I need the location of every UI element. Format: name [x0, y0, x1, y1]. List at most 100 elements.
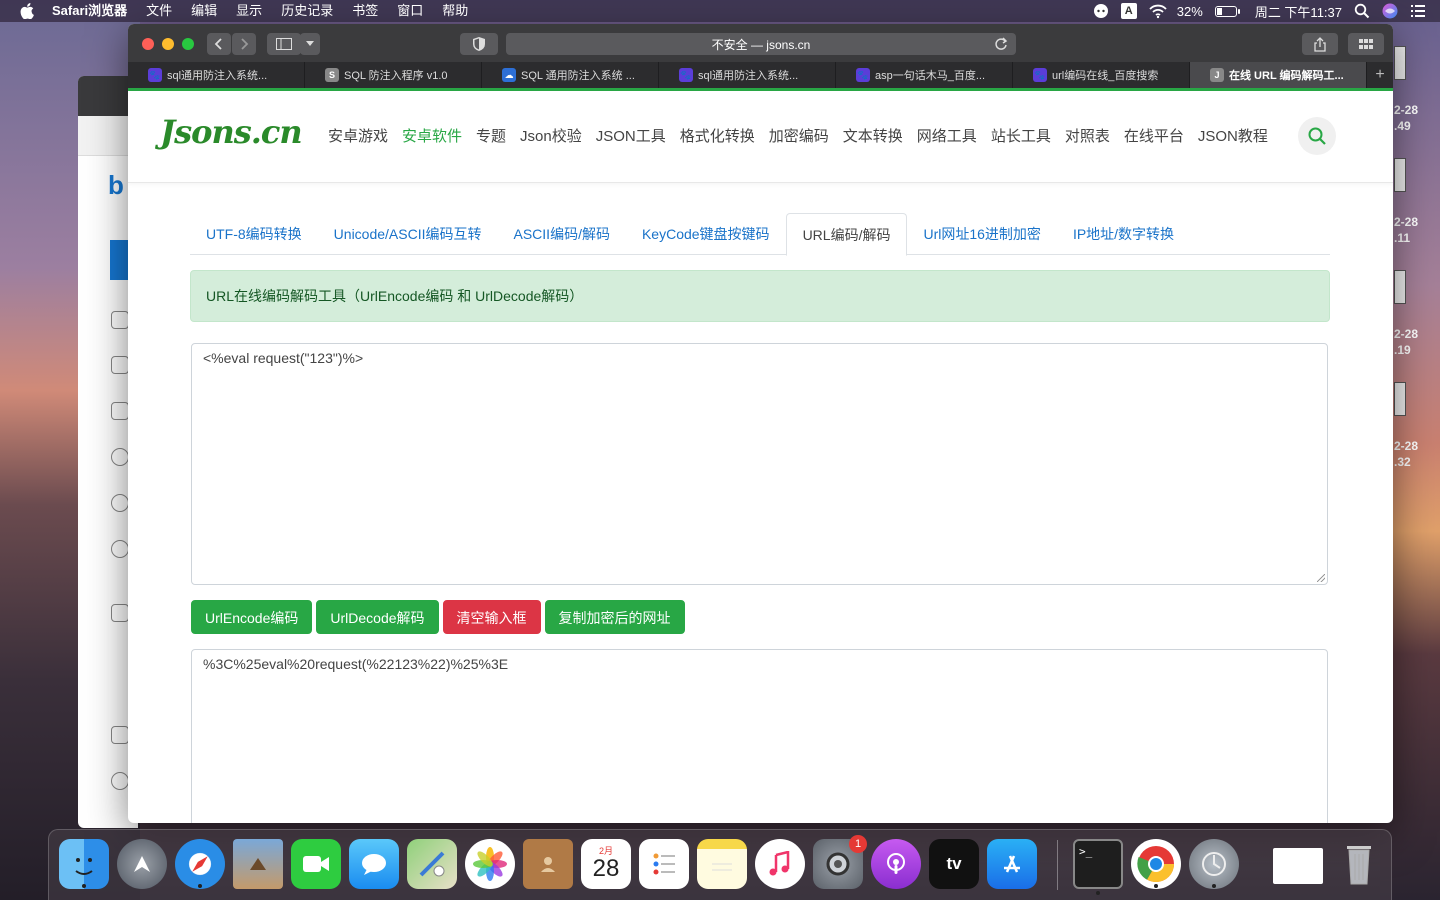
siri-icon[interactable]: [1382, 3, 1398, 19]
tab-overview-button[interactable]: [1348, 33, 1384, 55]
reload-icon[interactable]: [994, 37, 1008, 54]
menu-history[interactable]: 历史记录: [281, 0, 333, 22]
tool-tab[interactable]: ASCII编码/解码: [498, 213, 626, 255]
tool-tab[interactable]: URL编码/解码: [785, 213, 908, 256]
chrome-icon[interactable]: [1131, 839, 1181, 889]
site-search-button[interactable]: [1298, 117, 1336, 155]
tool-tab[interactable]: UTF-8编码转换: [190, 213, 318, 255]
wifi-icon[interactable]: [1149, 3, 1167, 19]
music-icon[interactable]: [755, 839, 805, 889]
sidebar-menu-button[interactable]: [300, 33, 320, 55]
facetime-icon[interactable]: [291, 839, 341, 889]
address-bar[interactable]: 不安全 — jsons.cn: [506, 33, 1016, 55]
site-nav-link[interactable]: JSON工具: [596, 125, 666, 149]
tool-tab[interactable]: Url网址16进制加密: [907, 213, 1056, 255]
menu-file[interactable]: 文件: [146, 0, 172, 22]
share-button[interactable]: [1302, 33, 1338, 55]
browser-tab[interactable]: 🐾 sql通用防注入系统...: [128, 62, 305, 88]
browser-tab[interactable]: J 在线 URL 编码解码工...: [1190, 62, 1367, 88]
messages-icon[interactable]: [349, 839, 399, 889]
preview-icon[interactable]: [233, 839, 283, 889]
chat-icon[interactable]: [111, 494, 129, 512]
sidebar-toggle-button[interactable]: [267, 33, 301, 55]
apple-tv-icon[interactable]: tv: [929, 839, 979, 889]
menu-view[interactable]: 显示: [236, 0, 262, 22]
minimize-window-button[interactable]: [162, 38, 174, 50]
cloud-icon: ☁: [502, 68, 516, 82]
disk-utility-icon[interactable]: [1189, 839, 1239, 889]
chart-icon[interactable]: [111, 402, 129, 420]
input-source-icon[interactable]: A: [1120, 3, 1137, 19]
menu-edit[interactable]: 编辑: [191, 0, 217, 22]
site-nav-link[interactable]: 加密编码: [769, 125, 829, 149]
tool-tab[interactable]: Unicode/ASCII编码互转: [318, 213, 498, 255]
clock[interactable]: 周二 下午11:37: [1255, 2, 1342, 21]
resize-handle[interactable]: [1317, 574, 1325, 582]
privacy-report-button[interactable]: [460, 33, 498, 55]
new-tab-button[interactable]: +: [1367, 62, 1393, 88]
status-menu-icon[interactable]: [1093, 3, 1109, 19]
system-preferences-icon[interactable]: 1: [813, 835, 867, 889]
downloads-stack-icon[interactable]: [1273, 848, 1323, 884]
menu-app-name[interactable]: Safari浏览器: [52, 0, 127, 22]
zoom-window-button[interactable]: [182, 38, 194, 50]
site-nav-link[interactable]: Json校验: [520, 125, 582, 149]
copy-result-button[interactable]: 复制加密后的网址: [544, 600, 685, 634]
calendar-icon[interactable]: 2月 28: [581, 839, 631, 889]
money-icon[interactable]: [111, 540, 129, 558]
flag-icon[interactable]: [111, 726, 129, 744]
site-nav-link[interactable]: 格式化转换: [680, 125, 755, 149]
maps-icon[interactable]: [407, 839, 457, 889]
document-icon[interactable]: [111, 356, 129, 374]
site-nav-link[interactable]: 安卓软件: [402, 125, 462, 149]
urlencode-button[interactable]: UrlEncode编码: [191, 600, 313, 634]
terminal-icon[interactable]: >_: [1073, 839, 1123, 895]
contacts-icon[interactable]: [523, 839, 573, 889]
finder-icon[interactable]: [59, 839, 109, 889]
share-icon: [1314, 36, 1326, 52]
window-titlebar: 不安全 — jsons.cn: [128, 24, 1393, 62]
notification-center-icon[interactable]: [1410, 3, 1426, 19]
site-nav-link[interactable]: 在线平台: [1124, 125, 1184, 149]
browser-tab[interactable]: 🐾 sql通用防注入系统...: [659, 62, 836, 88]
home-icon[interactable]: [111, 311, 129, 329]
menu-bookmarks[interactable]: 书签: [352, 0, 378, 22]
site-nav-link[interactable]: JSON教程: [1198, 125, 1268, 149]
battery-icon[interactable]: [1214, 5, 1240, 17]
app-store-icon[interactable]: [987, 839, 1037, 889]
site-nav-link[interactable]: 对照表: [1065, 125, 1110, 149]
browser-tab[interactable]: ☁ SQL 通用防注入系统 ...: [482, 62, 659, 88]
menu-window[interactable]: 窗口: [397, 0, 423, 22]
url-input-textarea[interactable]: <%eval request("123")%>: [191, 343, 1328, 585]
forward-button[interactable]: [232, 33, 256, 55]
site-logo[interactable]: Jsons.cn: [160, 113, 303, 151]
site-nav-link[interactable]: 文本转换: [843, 125, 903, 149]
tool-tab[interactable]: IP地址/数字转换: [1057, 213, 1190, 255]
podcasts-icon[interactable]: [871, 839, 921, 889]
site-nav-link[interactable]: 站长工具: [991, 125, 1051, 149]
site-nav-link[interactable]: 安卓游戏: [328, 125, 388, 149]
back-button[interactable]: [207, 33, 231, 55]
group-icon[interactable]: [111, 772, 129, 790]
school-icon[interactable]: [111, 604, 129, 622]
browser-tab[interactable]: 🐾 url编码在线_百度搜索: [1013, 62, 1190, 88]
clear-input-button[interactable]: 清空输入框: [442, 600, 541, 634]
launchpad-icon[interactable]: [117, 839, 167, 889]
site-nav-link[interactable]: 专题: [476, 125, 506, 149]
reminders-icon[interactable]: [639, 839, 689, 889]
browser-tab[interactable]: S SQL 防注入程序 v1.0: [305, 62, 482, 88]
photos-icon[interactable]: [465, 839, 515, 889]
trash-icon[interactable]: [1334, 839, 1384, 889]
spotlight-search-icon[interactable]: [1354, 3, 1370, 19]
user-icon[interactable]: [111, 448, 129, 466]
urldecode-button[interactable]: UrlDecode解码: [316, 600, 439, 634]
tool-tab[interactable]: KeyCode键盘按键码: [626, 213, 786, 255]
menu-help[interactable]: 帮助: [442, 0, 468, 22]
safari-icon[interactable]: [175, 839, 225, 889]
notes-icon[interactable]: [697, 839, 747, 889]
site-nav-link[interactable]: 网络工具: [917, 125, 977, 149]
browser-tab[interactable]: 🐾 asp一句话木马_百度...: [836, 62, 1013, 88]
close-window-button[interactable]: [142, 38, 154, 50]
apple-menu-icon[interactable]: [20, 3, 34, 19]
url-output-textarea[interactable]: %3C%25eval%20request(%22123%22)%25%3E: [191, 649, 1328, 823]
